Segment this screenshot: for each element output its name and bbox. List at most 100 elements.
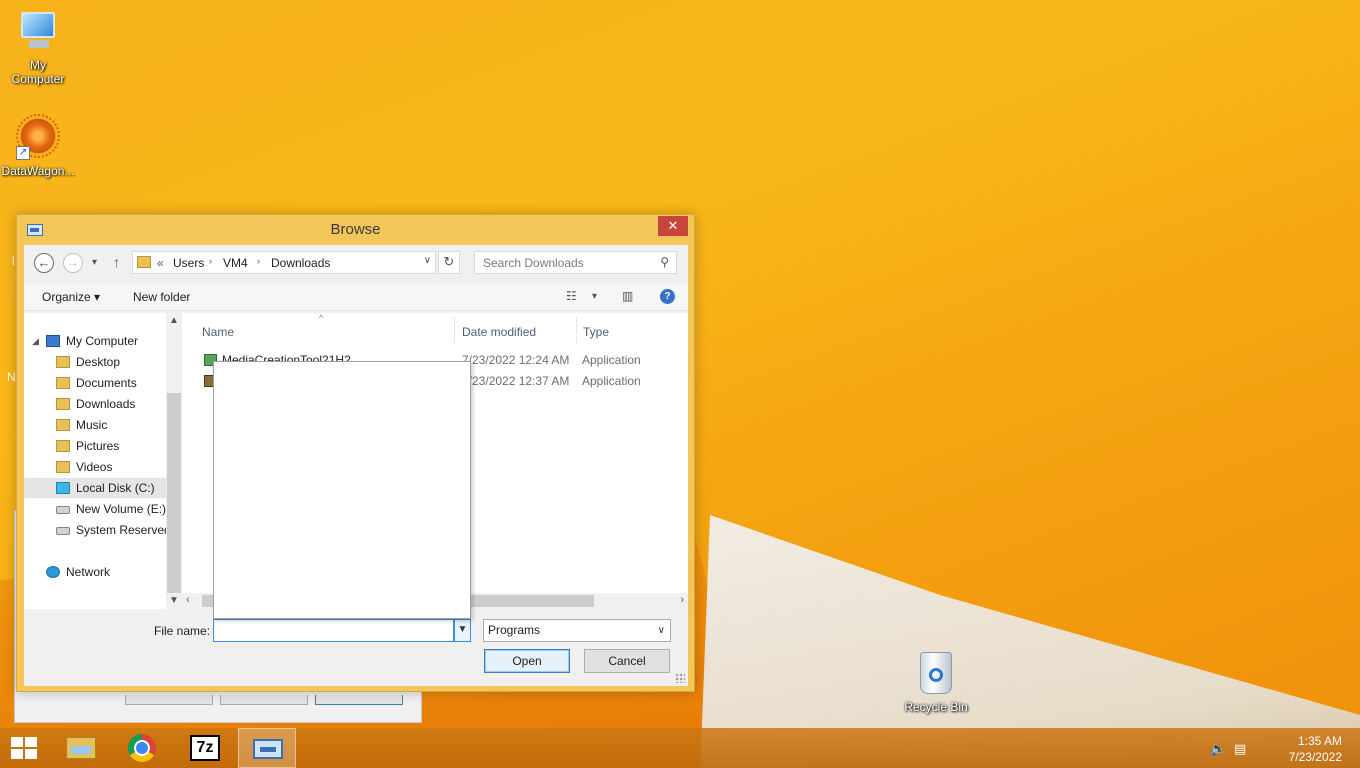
nav-item-label: New Volume (E:) xyxy=(76,502,167,516)
computer-icon xyxy=(46,335,60,347)
view-options-icon[interactable]: ☷ xyxy=(566,289,577,303)
my-computer-icon xyxy=(15,10,61,54)
desktop-icon-datawagon[interactable]: ↗ DataWagon... xyxy=(0,114,76,178)
drive-icon xyxy=(56,506,70,514)
close-button[interactable]: ✕ xyxy=(658,216,688,236)
file-name-input[interactable] xyxy=(217,621,447,640)
breadcrumb-downloads[interactable]: Downloads xyxy=(271,256,330,270)
start-button[interactable] xyxy=(0,728,48,768)
taskbar-file-explorer[interactable] xyxy=(52,728,110,768)
breadcrumb-users[interactable]: Users xyxy=(173,256,204,270)
preview-pane-icon[interactable]: ▥ xyxy=(622,289,633,303)
file-name-dropdown-button[interactable]: ▼ xyxy=(454,619,471,642)
column-header-date-modified[interactable]: Date modified xyxy=(462,325,536,339)
search-box[interactable]: ⚲ xyxy=(474,251,677,274)
scroll-right-icon[interactable]: › xyxy=(680,594,684,606)
forward-arrow-icon: → xyxy=(66,255,80,270)
nav-item-label: Network xyxy=(66,565,111,579)
nav-item-label: System Reserved xyxy=(76,523,171,537)
hidden-desktop-label: l xyxy=(12,254,15,268)
file-date: 7/23/2022 12:24 AM xyxy=(462,353,570,367)
parent-dialog-button[interactable] xyxy=(315,695,403,705)
nav-item-label: Videos xyxy=(76,460,113,474)
search-input[interactable] xyxy=(483,255,653,270)
open-button[interactable]: Open xyxy=(484,649,570,673)
resize-grip[interactable] xyxy=(675,673,685,683)
organize-menu[interactable]: Organize ▾ xyxy=(42,290,100,304)
nav-item-pictures[interactable]: Pictures xyxy=(24,436,166,456)
expand-chevron-icon[interactable]: ◢ xyxy=(32,331,39,351)
column-divider[interactable] xyxy=(454,317,455,343)
file-name-field[interactable] xyxy=(213,619,454,642)
nav-item-network[interactable]: Network xyxy=(24,562,166,582)
volume-muted-icon[interactable]: 🔈 xyxy=(1210,741,1226,757)
nav-item-label: Local Disk (C:) xyxy=(76,481,155,495)
taskbar-browse-app[interactable] xyxy=(238,728,296,768)
nav-item-system-reserved[interactable]: System Reserved xyxy=(24,520,171,540)
nav-item-videos[interactable]: Videos xyxy=(24,457,166,477)
file-type: Application xyxy=(582,353,641,367)
desktop-icon-recycle-bin[interactable]: Recycle Bin xyxy=(898,650,974,714)
nav-item-label: Pictures xyxy=(76,439,120,453)
address-bar[interactable]: « Users › VM4 › Downloads ∨ xyxy=(132,251,436,274)
file-type-value: Programs xyxy=(488,623,541,637)
scroll-left-icon[interactable]: ‹ xyxy=(186,594,190,606)
nav-item-music[interactable]: Music xyxy=(24,415,166,435)
taskbar: 7z xyxy=(0,728,1360,768)
parent-dialog-button[interactable] xyxy=(125,695,213,705)
forward-button[interactable]: → xyxy=(63,253,83,273)
taskbar-chrome[interactable] xyxy=(114,728,172,768)
datawagon-icon: ↗ xyxy=(14,114,62,160)
breadcrumb-overflow[interactable]: « xyxy=(157,256,164,270)
file-date: 7/23/2022 12:37 AM xyxy=(462,374,570,388)
taskbar-7zip[interactable]: 7z xyxy=(176,728,234,768)
breadcrumb-chevron-icon[interactable]: › xyxy=(209,256,212,266)
new-folder-button[interactable]: New folder xyxy=(133,290,190,304)
nav-item-documents[interactable]: Documents xyxy=(24,373,166,393)
sort-ascending-icon: ^ xyxy=(319,313,324,323)
nav-item-label: Music xyxy=(76,418,108,432)
chevron-down-icon: ∨ xyxy=(657,625,665,636)
nav-item-my-computer[interactable]: ◢ My Computer xyxy=(24,331,166,351)
breadcrumb-chevron-icon[interactable]: › xyxy=(257,256,260,266)
desktop-icon-my-computer[interactable]: My Computer xyxy=(0,10,76,86)
navigation-pane: ◢ My Computer Desktop Documents Download… xyxy=(24,313,182,609)
parent-dialog-button[interactable] xyxy=(220,695,308,705)
clock-time: 1:35 AM xyxy=(1297,734,1342,748)
up-button[interactable]: ↑ xyxy=(113,254,120,270)
nav-item-local-disk-c[interactable]: Local Disk (C:) xyxy=(24,478,166,498)
help-icon[interactable]: ? xyxy=(660,289,675,304)
view-options-dropdown-icon[interactable]: ▾ xyxy=(592,291,597,302)
refresh-button[interactable]: ↻ xyxy=(438,251,460,274)
scrollbar-thumb[interactable] xyxy=(167,393,181,593)
nav-item-downloads[interactable]: Downloads xyxy=(24,394,166,414)
nav-item-label: Documents xyxy=(76,376,137,390)
nav-item-desktop[interactable]: Desktop xyxy=(24,352,166,372)
windows-disk-icon xyxy=(56,482,70,494)
folder-icon xyxy=(56,461,70,473)
scroll-down-icon[interactable]: ▼ xyxy=(169,595,179,606)
search-icon[interactable]: ⚲ xyxy=(660,255,669,269)
column-header-type[interactable]: Type xyxy=(583,325,609,339)
file-type-select[interactable]: Programs ∨ xyxy=(483,619,671,642)
clock-date: 7/23/2022 xyxy=(1288,750,1342,764)
network-status-icon[interactable]: ▤ xyxy=(1234,741,1246,757)
taskbar-clock[interactable]: 1:35 AM 7/23/2022 xyxy=(1289,733,1342,765)
recent-locations-chevron-icon[interactable]: ▾ xyxy=(92,257,97,268)
desktop-icon-label: Recycle Bin xyxy=(904,700,968,714)
navigation-scrollbar[interactable]: ▲ ▼ xyxy=(166,313,182,609)
cancel-button[interactable]: Cancel xyxy=(584,649,670,673)
folder-icon xyxy=(56,419,70,431)
back-button[interactable]: ← xyxy=(34,253,54,273)
folder-icon xyxy=(56,440,70,452)
autocomplete-dropdown[interactable] xyxy=(213,361,471,619)
nav-item-label: Downloads xyxy=(76,397,136,411)
scroll-up-icon[interactable]: ▲ xyxy=(169,315,179,326)
nav-item-new-volume-e[interactable]: New Volume (E:) xyxy=(24,499,166,519)
address-dropdown-icon[interactable]: ∨ xyxy=(424,255,431,266)
drive-icon xyxy=(56,527,70,535)
column-header-name[interactable]: Name xyxy=(202,325,234,339)
breadcrumb-vm4[interactable]: VM4 xyxy=(223,256,248,270)
folder-icon xyxy=(137,256,151,268)
column-divider[interactable] xyxy=(576,317,577,343)
